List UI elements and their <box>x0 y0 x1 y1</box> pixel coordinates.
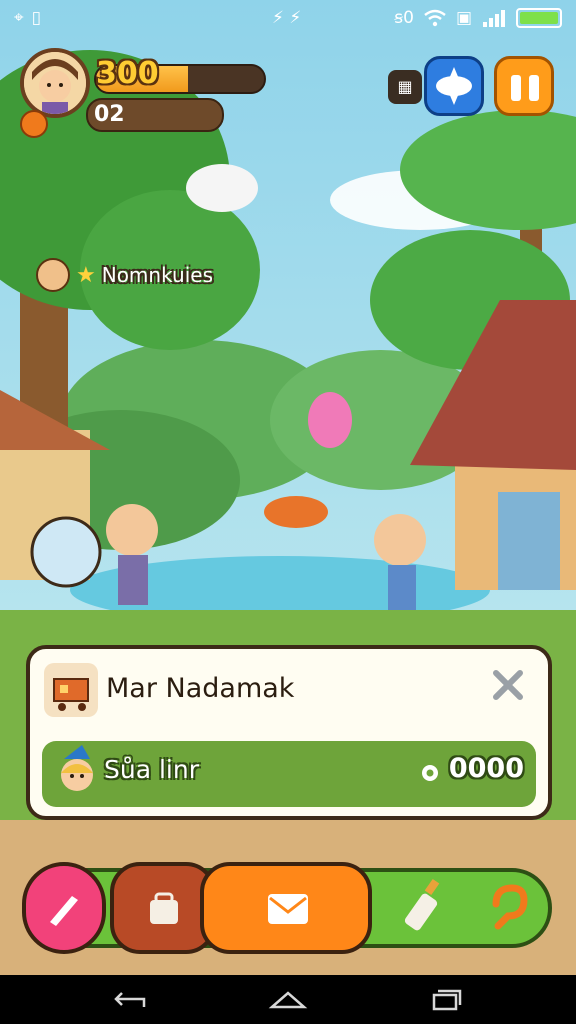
vibrate-icon: ▣ <box>455 8 472 28</box>
pause-button[interactable] <box>494 56 554 116</box>
system-nav-bar <box>0 975 576 1024</box>
sim-icon: ▯ <box>31 8 41 28</box>
bottle-icon[interactable] <box>402 876 452 936</box>
player-avatar[interactable] <box>20 48 90 118</box>
level-value: 02 <box>94 102 125 127</box>
location-icon: ⌖ <box>14 8 24 28</box>
boost-button[interactable] <box>424 56 484 116</box>
back-icon[interactable] <box>112 987 152 1013</box>
hook-icon[interactable] <box>486 882 530 932</box>
reward-label: Sůa linr <box>104 755 199 784</box>
score-value: 300 <box>96 56 159 91</box>
gear-icon <box>422 765 438 781</box>
rocket-icon <box>436 67 472 105</box>
home-icon[interactable] <box>268 987 308 1013</box>
wifi-icon <box>424 9 446 27</box>
reward-dialog: Mar Nadamak Sůa linr 0000 <box>26 645 552 820</box>
star-icon: ★ <box>76 262 96 288</box>
bottom-toolbar <box>22 862 552 954</box>
status-bar: ⌖ ▯ ⚡ ⚡ ꞩ0 ▣ <box>0 0 576 38</box>
coin-icon <box>20 110 48 138</box>
reward-amount: 0000 <box>448 753 524 784</box>
mail-icon <box>268 894 308 924</box>
player-notification: ★ Nomnkuies <box>36 258 213 292</box>
map-icon: ▦ <box>397 77 413 96</box>
notification-avatar <box>36 258 70 292</box>
pause-icon <box>511 75 521 101</box>
nfc-icon: ꞩ0 <box>394 8 414 28</box>
scene-background <box>0 0 576 975</box>
dialog-title: Mar Nadamak <box>106 673 295 704</box>
bag-icon <box>150 892 178 924</box>
reward-row[interactable]: Sůa linr 0000 <box>42 741 536 807</box>
map-button[interactable]: ▦ <box>388 70 422 104</box>
character-icon <box>61 745 93 791</box>
recent-apps-icon[interactable] <box>426 987 466 1013</box>
battery-icon <box>516 8 562 28</box>
close-icon[interactable] <box>490 667 526 703</box>
brush-icon <box>50 896 78 926</box>
cart-icon <box>44 663 98 717</box>
notification-icons: ⚡ ⚡ <box>272 8 302 28</box>
notification-text: Nomnkuies <box>101 263 214 287</box>
brush-button[interactable] <box>22 862 106 954</box>
mail-button[interactable] <box>200 862 372 954</box>
game-scene <box>0 0 576 975</box>
signal-icon <box>483 10 505 27</box>
